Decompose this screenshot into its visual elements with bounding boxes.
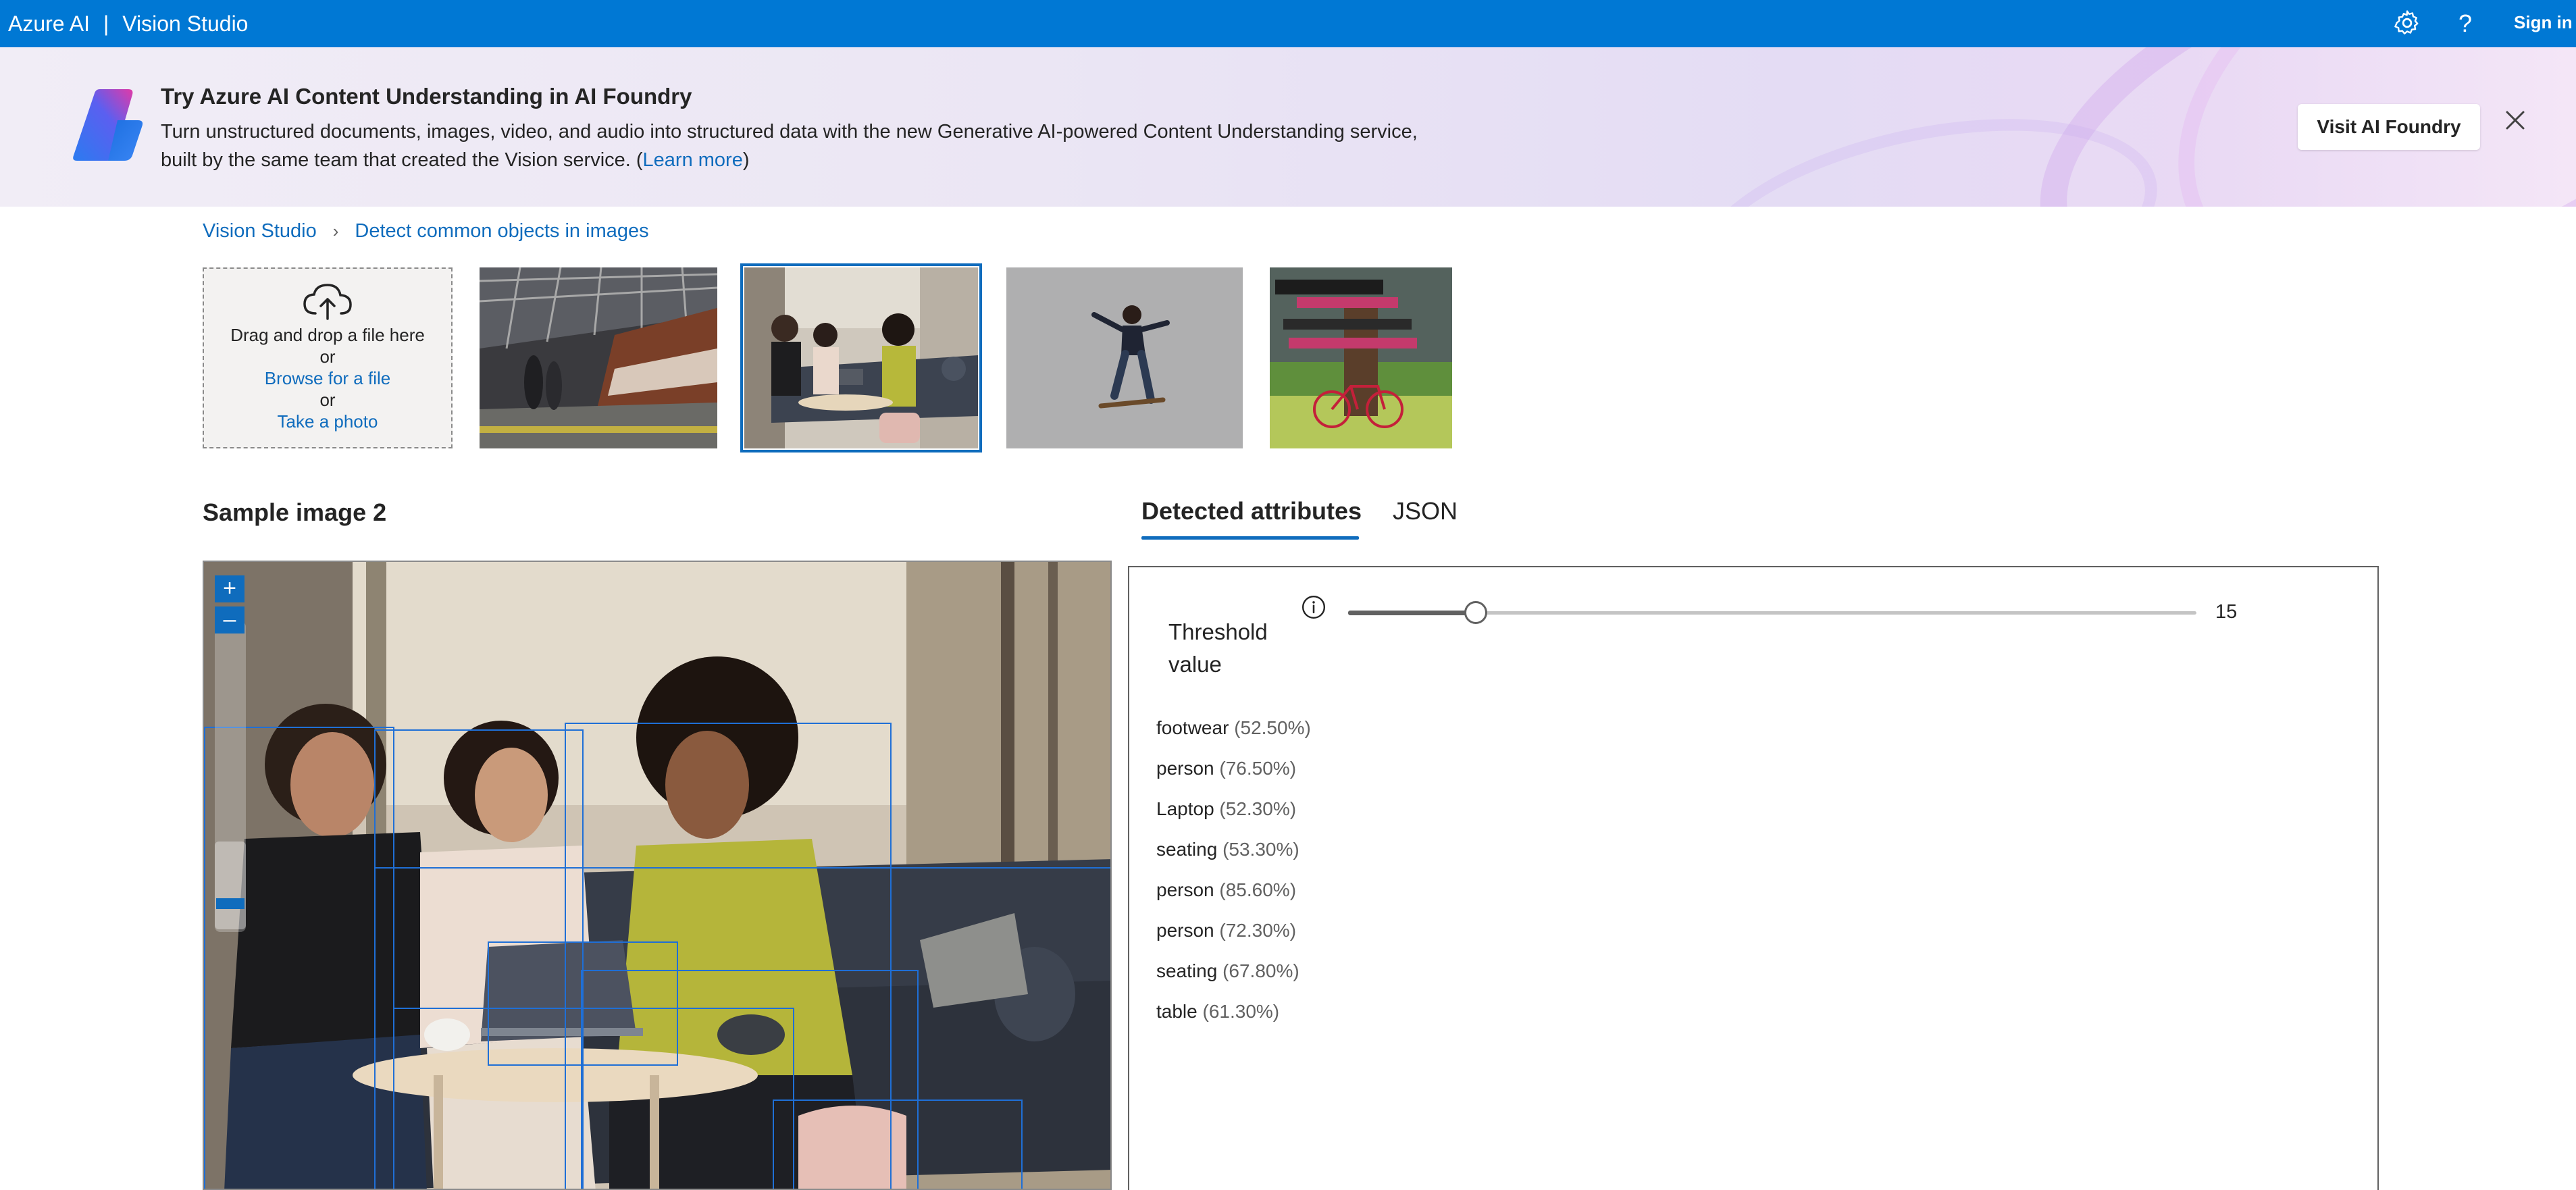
sample-image-heading: Sample image 2 — [203, 498, 387, 526]
close-icon[interactable] — [2503, 108, 2527, 132]
list-item: table (61.30%) — [1156, 1000, 1311, 1040]
attribute-confidence: (85.60%) — [1219, 879, 1297, 900]
attribute-name: Laptop — [1156, 798, 1214, 819]
list-item: person (76.50%) — [1156, 756, 1311, 797]
sample-image-1[interactable] — [480, 267, 717, 448]
skateboard-photo — [1006, 267, 1243, 448]
sample-image-3[interactable] — [1006, 267, 1243, 448]
attribute-confidence: (61.30%) — [1202, 1001, 1280, 1022]
attribute-confidence: (67.80%) — [1222, 960, 1299, 981]
upload-instructions: Drag and drop a file here — [230, 325, 425, 345]
breadcrumb-current[interactable]: Detect common objects in images — [355, 220, 648, 242]
attribute-confidence: (52.50%) — [1234, 717, 1311, 738]
attribute-confidence: (72.30%) — [1219, 920, 1297, 941]
attribute-confidence: (53.30%) — [1222, 839, 1299, 860]
threshold-value: 15 — [2215, 601, 2238, 623]
list-item: seating (53.30%) — [1156, 837, 1311, 878]
threshold-label: Threshold value — [1168, 619, 1268, 677]
breadcrumb-vision-studio[interactable]: Vision Studio — [203, 220, 317, 242]
subway-photo — [480, 267, 717, 448]
upload-or: or — [319, 390, 336, 410]
sample-image-4[interactable] — [1270, 267, 1452, 448]
product-name: Vision Studio — [122, 11, 249, 36]
ai-foundry-logo — [73, 89, 143, 161]
sample-image-2[interactable] — [740, 263, 982, 452]
brand-separator: | — [103, 11, 109, 36]
attribute-confidence: (52.30%) — [1219, 798, 1297, 819]
app-brand[interactable]: Azure AI | Vision Studio — [8, 0, 248, 47]
threshold-slider-thumb[interactable] — [1464, 601, 1487, 624]
list-item: footwear (52.50%) — [1156, 716, 1311, 756]
bicycle-poster-photo — [1270, 267, 1452, 448]
help-icon[interactable]: ? — [2458, 0, 2472, 47]
zoom-in-button[interactable]: + — [215, 575, 244, 602]
cloud-upload-icon — [303, 284, 352, 320]
attribute-name: seating — [1156, 839, 1218, 860]
brand-name: Azure AI — [8, 11, 90, 36]
take-photo-link[interactable]: Take a photo — [204, 411, 451, 432]
detected-attributes-panel — [1128, 566, 2379, 1190]
attribute-confidence: (76.50%) — [1219, 758, 1297, 779]
active-tab-indicator — [1141, 536, 1359, 540]
attribute-name: footwear — [1156, 717, 1229, 738]
threshold-slider-fill — [1348, 611, 1476, 615]
banner-text: Turn unstructured documents, images, vid… — [161, 121, 1418, 171]
visit-ai-foundry-button[interactable]: Visit AI Foundry — [2298, 104, 2480, 150]
browse-file-link[interactable]: Browse for a file — [204, 367, 451, 389]
chevron-right-icon: › — [332, 221, 339, 241]
upload-or: or — [319, 346, 336, 367]
breadcrumb: Vision Studio › Detect common objects in… — [203, 220, 649, 242]
zoom-level-indicator — [216, 898, 244, 909]
attribute-name: person — [1156, 758, 1214, 779]
list-item: seating (67.80%) — [1156, 959, 1311, 1000]
list-item: person (72.30%) — [1156, 919, 1311, 959]
info-icon[interactable] — [1301, 594, 1326, 620]
top-bar: Azure AI | Vision Studio ? Sign in — [0, 0, 2576, 47]
list-item: Laptop (52.30%) — [1156, 797, 1311, 837]
tab-json[interactable]: JSON — [1393, 497, 1458, 525]
attribute-name: table — [1156, 1001, 1197, 1022]
zoom-out-button[interactable]: – — [215, 606, 244, 633]
attribute-name: person — [1156, 879, 1214, 900]
attribute-name: person — [1156, 920, 1214, 941]
list-item: person (85.60%) — [1156, 878, 1311, 919]
detection-box[interactable] — [581, 970, 919, 1189]
banner-title: Try Azure AI Content Understanding in AI… — [161, 84, 692, 109]
zoom-slider-handle[interactable] — [215, 842, 246, 929]
office-photo — [744, 267, 978, 448]
gear-icon[interactable] — [2392, 8, 2422, 38]
image-viewer[interactable] — [203, 561, 1112, 1190]
upload-dropzone[interactable]: Drag and drop a file here or Browse for … — [203, 267, 453, 448]
attribute-name: seating — [1156, 960, 1218, 981]
tab-detected-attributes[interactable]: Detected attributes — [1141, 497, 1362, 525]
detected-attributes-list: footwear (52.50%) person (76.50%) Laptop… — [1156, 716, 1311, 1040]
learn-more-link[interactable]: Learn more — [643, 149, 743, 171]
banner-description: Turn unstructured documents, images, vid… — [161, 118, 1444, 174]
banner-text-end: ) — [742, 149, 750, 171]
sign-in-button[interactable]: Sign in — [2514, 0, 2573, 47]
promo-banner: Try Azure AI Content Understanding in AI… — [0, 47, 2576, 207]
